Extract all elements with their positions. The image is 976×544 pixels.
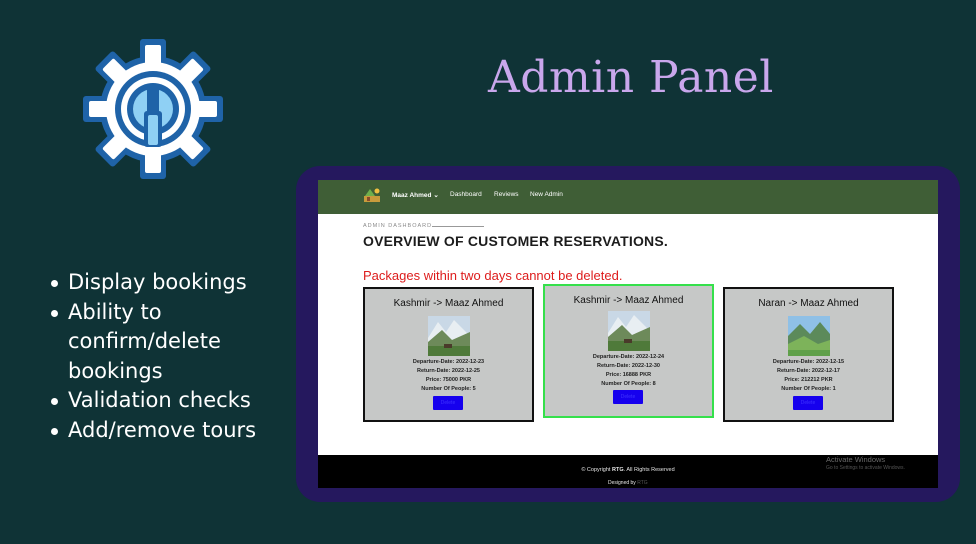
price: Price: 16888 PKR xyxy=(605,372,652,378)
page-title: OVERVIEW OF CUSTOMER RESERVATIONS. xyxy=(363,233,668,249)
return-date: Return-Date: 2022-12-25 xyxy=(417,368,480,374)
copyright-prefix: © Copyright xyxy=(581,467,612,473)
feature-list: Display bookings Ability to confirm/dele… xyxy=(50,268,280,445)
activate-windows-subtitle: Go to Settings to activate Windows. xyxy=(826,465,905,471)
designed-by-label: Designed by xyxy=(608,480,636,486)
nav-reviews-link[interactable]: Reviews xyxy=(494,191,519,198)
travel-logo-icon[interactable] xyxy=(362,186,382,204)
warning-message: Packages within two days cannot be delet… xyxy=(363,268,623,283)
feature-item: Validation checks xyxy=(50,386,280,416)
nav-user-label: Maaz Ahmed xyxy=(392,192,432,199)
delete-button[interactable]: Delete xyxy=(793,396,823,410)
tour-image xyxy=(608,311,650,351)
section-divider xyxy=(432,226,484,227)
activate-windows-title: Activate Windows xyxy=(826,455,886,464)
departure-date: Departure-Date: 2022-12-15 xyxy=(772,359,845,365)
tour-image xyxy=(788,316,830,356)
copyright-brand: RTG xyxy=(611,467,624,473)
number-of-people: Number Of People: 8 xyxy=(601,381,656,387)
reservation-card: Naran -> Maaz Ahmed Departure-Date: 2022… xyxy=(723,287,894,422)
number-of-people: Number Of People: 1 xyxy=(781,386,836,392)
feature-item: Add/remove tours xyxy=(50,416,280,446)
section-label: ADMIN DASHBOARD xyxy=(363,223,433,229)
nav-user-dropdown[interactable]: Maaz Ahmed ⌄ xyxy=(392,191,439,199)
return-date: Return-Date: 2022-12-17 xyxy=(777,368,840,374)
delete-button[interactable]: Delete xyxy=(613,390,643,404)
navbar: Maaz Ahmed ⌄ Dashboard Reviews New Admin xyxy=(318,180,938,214)
copyright-suffix: . All Rights Reserved xyxy=(623,467,675,473)
slide-title: Admin Panel xyxy=(488,52,774,103)
feature-item: Display bookings xyxy=(50,268,280,298)
admin-dashboard-screenshot: Maaz Ahmed ⌄ Dashboard Reviews New Admin… xyxy=(318,180,938,488)
feature-item: Ability to confirm/delete bookings xyxy=(50,298,280,387)
delete-button[interactable]: Delete xyxy=(433,396,463,410)
departure-date: Departure-Date: 2022-12-24 xyxy=(592,354,665,360)
number-of-people: Number Of People: 5 xyxy=(421,386,476,392)
designed-by-link[interactable]: RTG xyxy=(637,480,647,486)
nav-dashboard-link[interactable]: Dashboard xyxy=(450,191,482,198)
return-date: Return-Date: 2022-12-30 xyxy=(597,363,660,369)
reservation-card: Kashmir -> Maaz Ahmed Departure-Date: 20… xyxy=(363,287,534,422)
chevron-down-icon: ⌄ xyxy=(433,192,439,199)
reservation-card-selected: Kashmir -> Maaz Ahmed Departure-Date: 20… xyxy=(543,284,714,418)
price: Price: 212212 PKR xyxy=(784,377,833,383)
tour-image xyxy=(428,316,470,356)
card-title: Kashmir -> Maaz Ahmed xyxy=(393,298,504,309)
departure-date: Departure-Date: 2022-12-23 xyxy=(412,359,485,365)
price: Price: 75000 PKR xyxy=(425,377,472,383)
gear-wrench-icon xyxy=(83,39,223,179)
card-title: Naran -> Maaz Ahmed xyxy=(758,298,859,309)
nav-new-admin-link[interactable]: New Admin xyxy=(530,191,563,198)
card-title: Kashmir -> Maaz Ahmed xyxy=(573,295,684,306)
designed-by: Designed by RTG xyxy=(608,480,648,486)
